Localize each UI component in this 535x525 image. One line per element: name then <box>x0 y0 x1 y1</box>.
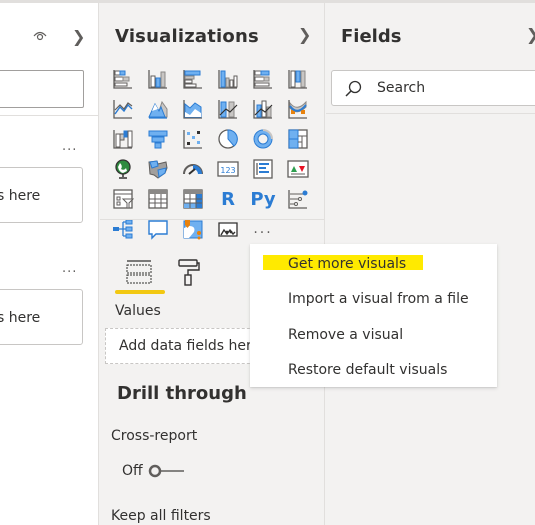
active-tab-indicator <box>115 290 165 294</box>
filters-panel: ❯ ... s here ... s here <box>0 3 99 525</box>
divider <box>100 219 325 220</box>
filled-map-icon[interactable] <box>146 157 170 181</box>
treemap-icon[interactable] <box>286 127 310 151</box>
more-visuals-button[interactable]: ... <box>251 217 275 241</box>
stacked-area-chart-icon[interactable] <box>181 97 205 121</box>
kpi-icon[interactable] <box>286 157 310 181</box>
r-label: R <box>221 188 235 210</box>
py-label: Py <box>250 188 276 210</box>
funnel-icon[interactable] <box>146 127 170 151</box>
matrix-icon[interactable] <box>181 187 205 211</box>
filter-drop-zone[interactable]: s here <box>0 289 83 345</box>
stacked-column-chart-icon[interactable] <box>146 67 170 91</box>
fields-well-tab[interactable] <box>124 257 154 287</box>
search-placeholder: Search <box>377 80 426 96</box>
pie-chart-icon[interactable] <box>216 127 240 151</box>
map-icon[interactable] <box>111 157 135 181</box>
more-options-icon: ... <box>253 221 273 237</box>
100-stacked-column-chart-icon[interactable] <box>286 67 310 91</box>
donut-chart-icon[interactable] <box>251 127 275 151</box>
chevron-right-icon[interactable]: ❯ <box>298 25 311 44</box>
cross-report-toggle[interactable] <box>148 463 186 479</box>
line-and-stacked-column-icon[interactable] <box>216 97 240 121</box>
drill-through-heading: Drill through <box>117 383 247 404</box>
menu-item-restore-default-visuals[interactable]: Restore default visuals <box>288 362 447 378</box>
cross-report-label: Cross-report <box>111 428 198 444</box>
visualizations-title: Visualizations <box>115 26 259 47</box>
100-stacked-bar-chart-icon[interactable] <box>251 67 275 91</box>
fields-search-input[interactable]: Search <box>331 70 535 106</box>
menu-item-remove-visual[interactable]: Remove a visual <box>288 327 403 343</box>
table-icon[interactable] <box>146 187 170 211</box>
stacked-bar-chart-icon[interactable] <box>111 67 135 91</box>
clustered-column-chart-icon[interactable] <box>216 67 240 91</box>
chevron-right-icon[interactable]: ❯ <box>72 27 85 46</box>
eye-icon[interactable] <box>32 28 48 42</box>
clustered-bar-chart-icon[interactable] <box>181 67 205 91</box>
smart-narrative-icon[interactable] <box>181 217 205 241</box>
paint-roller-icon[interactable] <box>177 257 201 287</box>
line-and-clustered-column-icon[interactable] <box>251 97 275 121</box>
decomposition-tree-icon[interactable] <box>111 217 135 241</box>
more-visuals-context-menu: Get more visuals Import a visual from a … <box>250 244 497 387</box>
slicer-icon[interactable] <box>111 187 135 211</box>
drop-zone-text: s here <box>0 188 41 204</box>
values-drop-zone[interactable]: Add data fields here <box>105 328 265 364</box>
menu-item-import-visual[interactable]: Import a visual from a file <box>288 291 469 307</box>
ribbon-chart-icon[interactable] <box>286 97 310 121</box>
paginated-report-icon[interactable] <box>216 217 240 241</box>
filter-search-input[interactable] <box>0 70 84 108</box>
toggle-state-label: Off <box>122 463 143 479</box>
qa-icon[interactable] <box>146 217 170 241</box>
scatter-chart-icon[interactable] <box>181 127 205 151</box>
line-chart-icon[interactable] <box>111 97 135 121</box>
divider <box>326 113 535 114</box>
menu-item-get-more-visuals[interactable]: Get more visuals <box>288 256 406 272</box>
area-chart-icon[interactable] <box>146 97 170 121</box>
python-visual-icon[interactable]: Py <box>250 187 276 211</box>
card-icon[interactable]: 123 <box>216 157 240 181</box>
values-label: Values <box>115 303 161 319</box>
key-influencers-icon[interactable] <box>286 187 310 211</box>
drop-zone-text: s here <box>0 310 41 326</box>
card-label: 123 <box>220 166 235 175</box>
chevron-right-icon[interactable]: ❯ <box>526 25 535 44</box>
search-icon <box>345 80 362 97</box>
filter-drop-zone[interactable]: s here <box>0 167 83 223</box>
gauge-icon[interactable] <box>181 157 205 181</box>
keep-all-filters-label: Keep all filters <box>111 508 211 524</box>
divider <box>0 115 99 116</box>
more-options-button[interactable]: ... <box>62 139 77 154</box>
more-options-button[interactable]: ... <box>62 261 77 276</box>
waterfall-chart-icon[interactable] <box>111 127 135 151</box>
multi-row-card-icon[interactable] <box>251 157 275 181</box>
r-script-visual-icon[interactable]: R <box>216 187 240 211</box>
fields-title: Fields <box>341 26 402 47</box>
